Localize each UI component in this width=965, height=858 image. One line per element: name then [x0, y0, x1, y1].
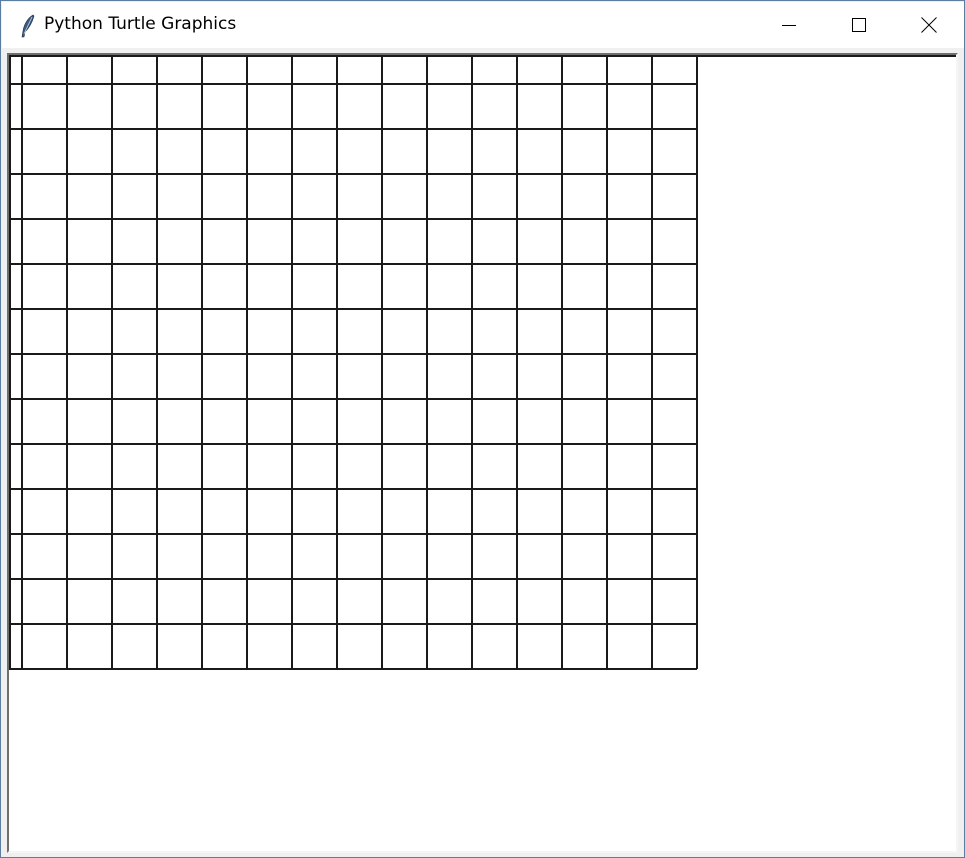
title-bar[interactable]: Python Turtle Graphics — [2, 2, 964, 48]
close-button[interactable] — [894, 2, 964, 48]
close-icon — [921, 17, 937, 33]
minimize-button[interactable] — [754, 2, 824, 48]
feather-icon — [21, 14, 35, 38]
turtle-canvas[interactable] — [9, 55, 956, 851]
maximize-icon — [852, 18, 866, 32]
minimize-icon — [782, 25, 796, 26]
maximize-button[interactable] — [824, 2, 894, 48]
canvas-frame — [7, 53, 958, 853]
window-title: Python Turtle Graphics — [44, 14, 237, 34]
turtle-window: Python Turtle Graphics — [0, 0, 965, 858]
